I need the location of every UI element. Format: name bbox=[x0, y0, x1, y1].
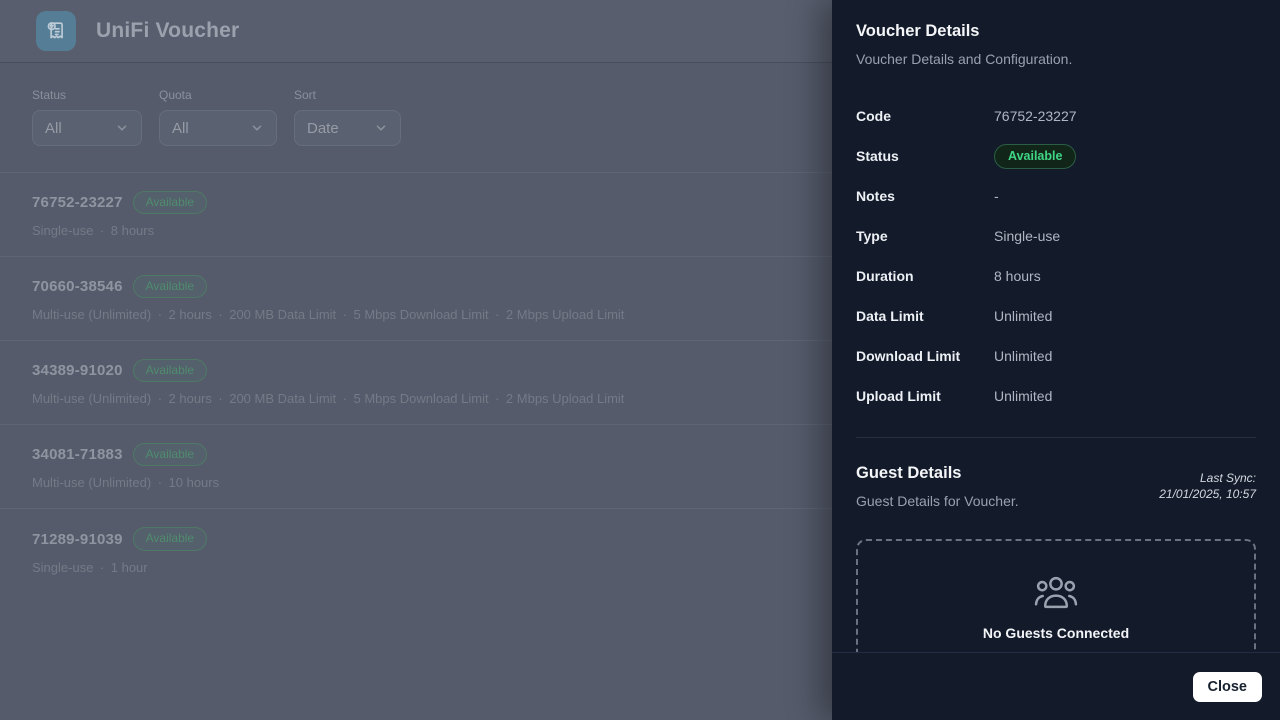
panel-title: Voucher Details bbox=[856, 0, 1256, 41]
field-data-limit: Data Limit Unlimited bbox=[856, 296, 1256, 336]
last-sync-label: Last Sync: bbox=[1159, 470, 1256, 486]
field-value: Single-use bbox=[994, 228, 1060, 244]
field-label: Type bbox=[856, 228, 994, 244]
section-divider bbox=[856, 437, 1256, 438]
no-guests-box: No Guests Connected bbox=[856, 539, 1256, 652]
close-button[interactable]: Close bbox=[1193, 672, 1263, 702]
guest-details-subtitle: Guest Details for Voucher. bbox=[856, 493, 1019, 509]
last-sync: Last Sync: 21/01/2025, 10:57 bbox=[1159, 470, 1256, 502]
field-label: Upload Limit bbox=[856, 388, 994, 404]
field-value: 8 hours bbox=[994, 268, 1041, 284]
field-label: Data Limit bbox=[856, 308, 994, 324]
field-label: Duration bbox=[856, 268, 994, 284]
field-notes: Notes - bbox=[856, 176, 1256, 216]
field-download-limit: Download Limit Unlimited bbox=[856, 336, 1256, 376]
panel-content: Voucher Details Voucher Details and Conf… bbox=[832, 0, 1280, 652]
field-value: - bbox=[994, 188, 999, 204]
panel-footer: Close bbox=[832, 652, 1280, 720]
field-label: Download Limit bbox=[856, 348, 994, 364]
field-type: Type Single-use bbox=[856, 216, 1256, 256]
guest-details-title: Guest Details bbox=[856, 464, 1019, 483]
panel-subtitle: Voucher Details and Configuration. bbox=[856, 51, 1256, 67]
field-status: Status Available bbox=[856, 136, 1256, 176]
field-value: Unlimited bbox=[994, 348, 1052, 364]
screen: UniFi Voucher Status All Quota All Sort bbox=[0, 0, 1280, 720]
guests-group-icon bbox=[1033, 574, 1079, 611]
guest-details-header: Guest Details Guest Details for Voucher.… bbox=[856, 464, 1256, 509]
field-label: Status bbox=[856, 148, 994, 164]
field-upload-limit: Upload Limit Unlimited bbox=[856, 376, 1256, 416]
field-code: Code 76752-23227 bbox=[856, 96, 1256, 136]
voucher-fields: Code 76752-23227 Status Available Notes … bbox=[856, 96, 1256, 416]
status-badge: Available bbox=[994, 144, 1076, 169]
field-value: 76752-23227 bbox=[994, 108, 1077, 124]
field-value: Unlimited bbox=[994, 388, 1052, 404]
field-duration: Duration 8 hours bbox=[856, 256, 1256, 296]
field-label: Code bbox=[856, 108, 994, 124]
voucher-details-panel: Voucher Details Voucher Details and Conf… bbox=[832, 0, 1280, 720]
last-sync-value: 21/01/2025, 10:57 bbox=[1159, 486, 1256, 502]
no-guests-text: No Guests Connected bbox=[983, 625, 1129, 641]
field-value: Unlimited bbox=[994, 308, 1052, 324]
field-label: Notes bbox=[856, 188, 994, 204]
